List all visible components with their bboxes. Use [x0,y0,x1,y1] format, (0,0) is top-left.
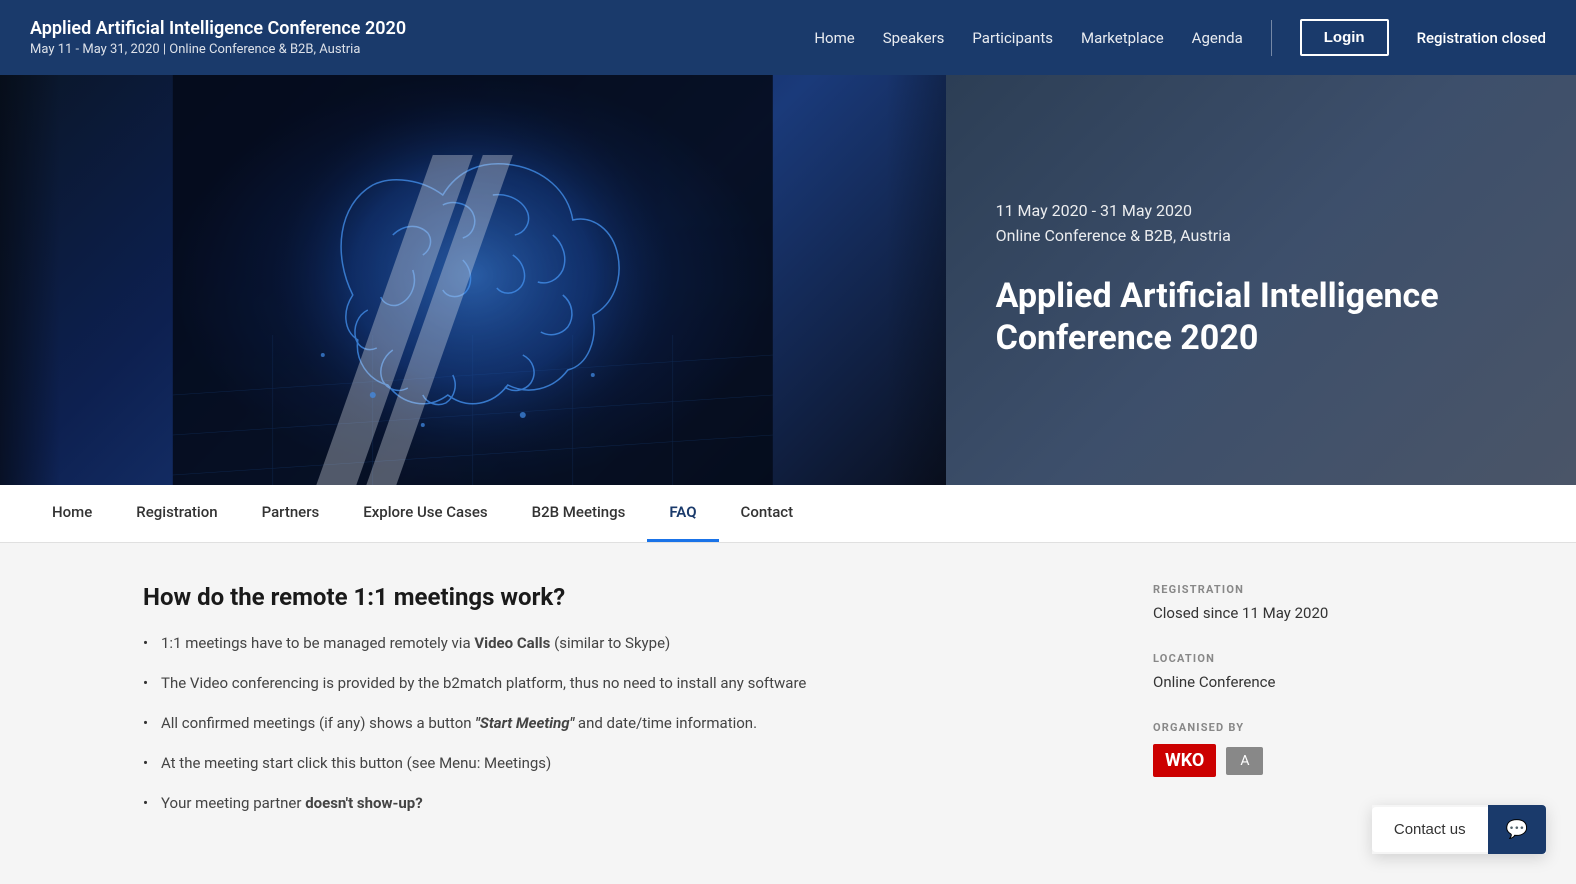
main-nav: Home Speakers Participants Marketplace A… [814,19,1546,56]
nav-agenda[interactable]: Agenda [1192,29,1243,47]
contact-us-button[interactable]: Contact us [1372,807,1488,852]
list-item: Your meeting partner doesn't show-up? [143,791,1093,815]
list-item: 1:1 meetings have to be managed remotely… [143,631,1093,655]
faq-title: How do the remote 1:1 meetings work? [143,583,1093,611]
registration-value: Closed since 11 May 2020 [1153,604,1433,622]
sidebar: REGISTRATION Closed since 11 May 2020 LO… [1153,583,1433,831]
subnav-contact[interactable]: Contact [719,485,816,542]
bold-video-calls: Video Calls [474,634,550,652]
subnav-partners[interactable]: Partners [240,485,342,542]
nav-home[interactable]: Home [814,29,854,47]
hero-conference-title: Applied Artificial Intelligence Conferen… [996,275,1526,360]
hero-info: 11 May 2020 - 31 May 2020 Online Confere… [946,75,1576,485]
sub-navigation: Home Registration Partners Explore Use C… [0,485,1576,543]
hero-dates: 11 May 2020 - 31 May 2020 [996,201,1526,220]
nav-speakers[interactable]: Speakers [883,29,945,47]
location-value: Online Conference [1153,673,1433,691]
subnav-home[interactable]: Home [30,485,114,542]
hero-section: 11 May 2020 - 31 May 2020 Online Confere… [0,75,1576,485]
hero-location: Online Conference & B2B, Austria [996,226,1526,245]
sidebar-location: LOCATION Online Conference [1153,652,1433,691]
header-branding: Applied Artificial Intelligence Conferen… [30,18,406,57]
subnav-b2b-meetings[interactable]: B2B Meetings [510,485,648,542]
faq-list: 1:1 meetings have to be managed remotely… [143,631,1093,815]
site-header: Applied Artificial Intelligence Conferen… [0,0,1576,75]
faq-content: How do the remote 1:1 meetings work? 1:1… [143,583,1093,831]
nav-marketplace[interactable]: Marketplace [1081,29,1164,47]
org-logos: WKO A [1153,744,1433,777]
bold-italic-start-meeting: "Start Meeting" [475,714,574,732]
bold-doesnt-show-up: doesn't show-up? [305,794,423,812]
location-label: LOCATION [1153,652,1433,665]
org-logo-secondary: A [1226,747,1263,775]
subnav-registration[interactable]: Registration [114,485,239,542]
subnav-faq[interactable]: FAQ [647,485,718,542]
nav-divider [1271,20,1272,56]
contact-chat-icon-button[interactable]: 💬 [1488,805,1546,854]
main-content: How do the remote 1:1 meetings work? 1:1… [113,543,1463,871]
list-item: At the meeting start click this button (… [143,751,1093,775]
sidebar-organised-by: ORGANISED BY WKO A [1153,721,1433,777]
hero-image [0,75,946,485]
login-button[interactable]: Login [1300,19,1389,56]
wko-logo: WKO [1153,744,1216,777]
contact-widget: Contact us 💬 [1372,805,1546,854]
chat-icon: 💬 [1506,819,1528,839]
organised-label: ORGANISED BY [1153,721,1433,734]
hero-brain-visual [0,75,946,485]
registration-closed-label: Registration closed [1417,29,1546,47]
list-item: All confirmed meetings (if any) shows a … [143,711,1093,735]
registration-label: REGISTRATION [1153,583,1433,596]
nav-participants[interactable]: Participants [972,29,1053,47]
list-item: The Video conferencing is provided by th… [143,671,1093,695]
site-subtitle: May 11 - May 31, 2020 | Online Conferenc… [30,42,406,57]
sidebar-registration: REGISTRATION Closed since 11 May 2020 [1153,583,1433,622]
site-title: Applied Artificial Intelligence Conferen… [30,18,406,39]
subnav-explore-use-cases[interactable]: Explore Use Cases [341,485,509,542]
